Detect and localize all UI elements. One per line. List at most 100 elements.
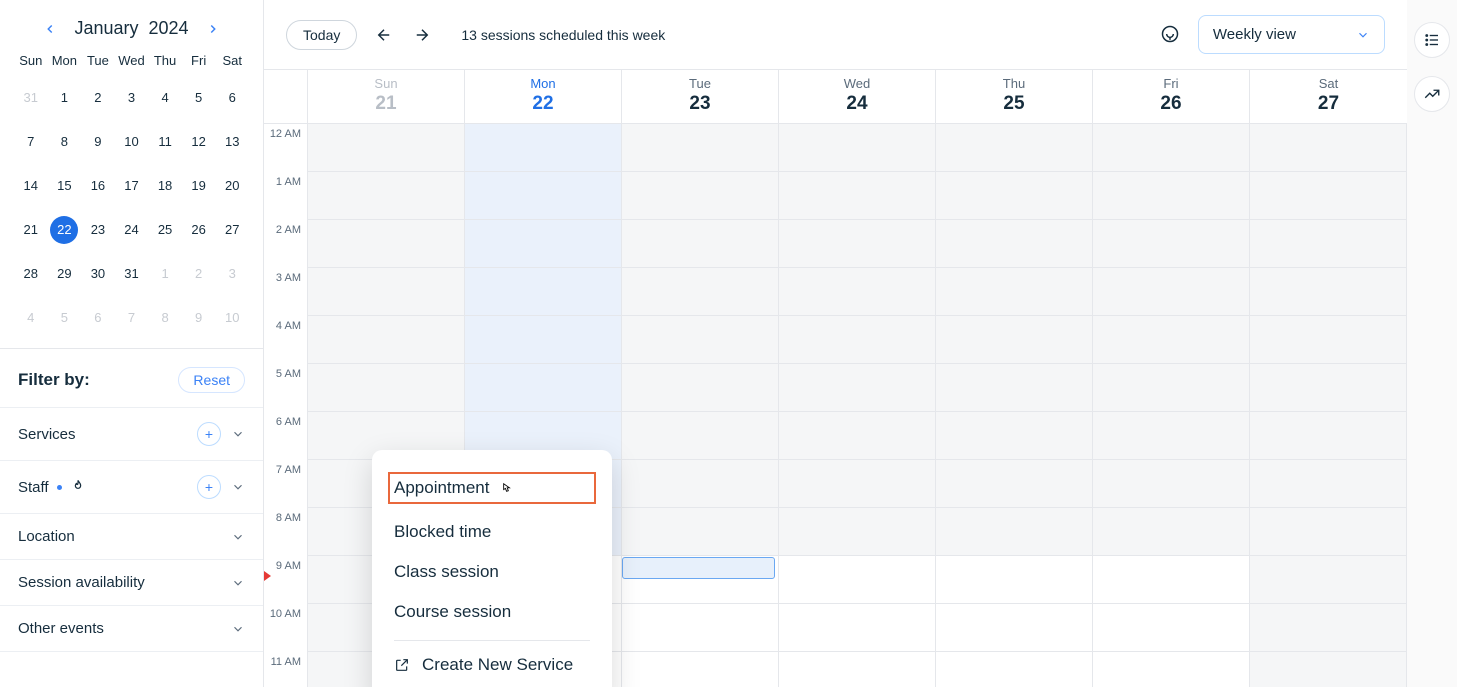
minical-day[interactable]: 2 (81, 78, 115, 118)
time-slot[interactable] (622, 124, 779, 172)
time-slot[interactable] (622, 652, 779, 687)
time-slot[interactable] (1250, 268, 1407, 316)
time-slot[interactable] (622, 508, 779, 556)
minical-day[interactable]: 15 (48, 166, 82, 206)
minical-day[interactable]: 7 (14, 122, 48, 162)
minical-day[interactable]: 27 (215, 210, 249, 250)
time-slot[interactable] (308, 364, 465, 412)
minical-day[interactable]: 9 (81, 122, 115, 162)
minical-day[interactable]: 22 (48, 210, 82, 250)
time-slot[interactable] (936, 652, 1093, 687)
time-slot[interactable] (779, 364, 936, 412)
menu-item-appointment[interactable]: Appointment (388, 472, 596, 504)
today-button[interactable]: Today (286, 20, 357, 50)
rail-analytics-button[interactable] (1414, 76, 1450, 112)
filter-staff[interactable]: Staff + (0, 460, 263, 513)
time-slot[interactable] (1093, 604, 1250, 652)
minical-day[interactable]: 8 (148, 298, 182, 338)
time-slot[interactable] (308, 220, 465, 268)
minical-day[interactable]: 7 (115, 298, 149, 338)
time-slot[interactable] (936, 604, 1093, 652)
time-slot[interactable] (936, 508, 1093, 556)
time-slot[interactable] (779, 460, 936, 508)
time-slot[interactable] (779, 412, 936, 460)
time-slot[interactable] (936, 460, 1093, 508)
time-slot[interactable] (1250, 172, 1407, 220)
minical-day[interactable]: 6 (81, 298, 115, 338)
time-slot[interactable] (622, 364, 779, 412)
time-slot[interactable] (308, 124, 465, 172)
minical-day[interactable]: 31 (115, 254, 149, 294)
time-slot[interactable] (308, 172, 465, 220)
add-icon[interactable]: + (197, 422, 221, 446)
minical-day[interactable]: 5 (182, 78, 216, 118)
time-slot[interactable] (779, 604, 936, 652)
minical-day[interactable]: 11 (148, 122, 182, 162)
time-slot[interactable] (779, 124, 936, 172)
time-slot[interactable] (779, 556, 936, 604)
time-slot[interactable] (1250, 220, 1407, 268)
time-slot[interactable] (622, 220, 779, 268)
minical-day[interactable]: 1 (48, 78, 82, 118)
time-slot[interactable] (936, 268, 1093, 316)
minical-day[interactable]: 26 (182, 210, 216, 250)
minical-day[interactable]: 25 (148, 210, 182, 250)
time-slot[interactable] (936, 412, 1093, 460)
minical-day[interactable]: 8 (48, 122, 82, 162)
add-icon[interactable]: + (197, 475, 221, 499)
time-slot[interactable] (1093, 316, 1250, 364)
rail-list-button[interactable] (1414, 22, 1450, 58)
minical-day[interactable]: 18 (148, 166, 182, 206)
time-slot[interactable] (1250, 556, 1407, 604)
time-slot[interactable] (779, 172, 936, 220)
minical-day[interactable]: 19 (182, 166, 216, 206)
time-slot[interactable] (465, 268, 622, 316)
time-slot[interactable] (1093, 220, 1250, 268)
time-slot[interactable] (1093, 508, 1250, 556)
minical-day[interactable]: 10 (115, 122, 149, 162)
menu-item-course-session[interactable]: Course session (394, 592, 590, 632)
week-day-header[interactable]: Tue23 (622, 70, 779, 123)
time-slot[interactable] (622, 412, 779, 460)
time-slot[interactable] (622, 172, 779, 220)
time-slot[interactable] (622, 460, 779, 508)
time-slot[interactable] (1250, 124, 1407, 172)
time-slot[interactable] (465, 364, 622, 412)
time-slot[interactable] (465, 172, 622, 220)
minical-day[interactable]: 17 (115, 166, 149, 206)
time-slot[interactable] (1093, 652, 1250, 687)
time-slot[interactable] (1250, 364, 1407, 412)
minical-day[interactable]: 16 (81, 166, 115, 206)
time-slot[interactable] (622, 316, 779, 364)
week-day-header[interactable]: Mon22 (465, 70, 622, 123)
filter-availability[interactable]: Session availability (0, 559, 263, 605)
time-slot[interactable] (779, 508, 936, 556)
minical-day[interactable]: 3 (115, 78, 149, 118)
minical-day[interactable]: 12 (182, 122, 216, 162)
minical-day[interactable]: 24 (115, 210, 149, 250)
time-slot[interactable] (1093, 460, 1250, 508)
week-day-header[interactable]: Sun21 (308, 70, 465, 123)
minical-day[interactable]: 3 (215, 254, 249, 294)
time-slot[interactable] (936, 316, 1093, 364)
selected-time-slot[interactable] (622, 557, 775, 579)
minical-day[interactable]: 20 (215, 166, 249, 206)
time-slot[interactable] (1250, 460, 1407, 508)
minical-day[interactable]: 6 (215, 78, 249, 118)
time-slot[interactable] (1250, 652, 1407, 687)
time-slot[interactable] (622, 268, 779, 316)
time-slot[interactable] (779, 652, 936, 687)
time-slot[interactable] (465, 220, 622, 268)
time-slot[interactable] (1250, 604, 1407, 652)
minical-day[interactable]: 2 (182, 254, 216, 294)
minical-day[interactable]: 14 (14, 166, 48, 206)
time-slot[interactable] (1250, 316, 1407, 364)
menu-item-blocked-time[interactable]: Blocked time (394, 512, 590, 552)
minical-day[interactable]: 9 (182, 298, 216, 338)
time-slot[interactable] (779, 316, 936, 364)
time-slot[interactable] (1093, 172, 1250, 220)
time-slot[interactable] (1093, 556, 1250, 604)
time-slot[interactable] (779, 268, 936, 316)
time-slot[interactable] (936, 172, 1093, 220)
menu-item-class-session[interactable]: Class session (394, 552, 590, 592)
